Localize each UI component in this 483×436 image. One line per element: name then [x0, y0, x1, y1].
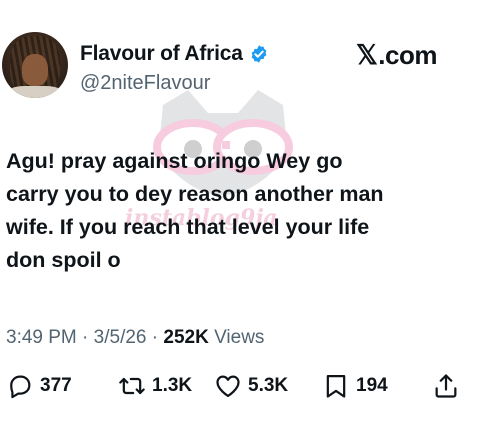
meta-separator: ·	[76, 327, 94, 348]
views-count: 252K	[163, 327, 209, 348]
meta-separator: ·	[146, 327, 164, 348]
action-bar: 377 1.3K 5.3K 194	[0, 372, 483, 402]
repost-icon	[119, 377, 145, 395]
source-label: 𝕏 .com	[356, 40, 437, 71]
heart-icon	[216, 375, 240, 398]
author-handle[interactable]: @2niteFlavour	[80, 72, 210, 95]
reply-button[interactable]: 377	[6, 372, 72, 400]
like-button[interactable]: 5.3K	[214, 372, 288, 400]
author-name-row: Flavour of Africa	[80, 42, 269, 66]
bookmark-icon	[326, 374, 346, 398]
post-date[interactable]: 3/5/26	[94, 327, 147, 348]
reply-count: 377	[40, 375, 72, 396]
views-label: Views	[208, 327, 265, 348]
bookmark-count: 194	[356, 375, 388, 396]
share-icon	[435, 374, 457, 398]
reply-icon	[10, 375, 31, 399]
author-avatar[interactable]	[2, 32, 68, 98]
repost-button[interactable]: 1.3K	[118, 372, 192, 400]
avatar-face	[22, 54, 48, 86]
repost-count: 1.3K	[152, 375, 193, 396]
avatar-shirt	[8, 86, 62, 98]
verified-badge-icon	[251, 45, 267, 63]
post-meta: 3:49 PM · 3/5/26 · 252K Views	[6, 327, 264, 349]
post-text: Agu! pray against oringo Wey go carry yo…	[6, 149, 384, 272]
source-domain: .com	[378, 40, 437, 70]
bookmark-button[interactable]: 194	[322, 372, 388, 400]
like-count: 5.3K	[248, 375, 289, 396]
author-name[interactable]: Flavour of Africa	[80, 42, 243, 66]
post-time[interactable]: 3:49 PM	[6, 327, 77, 348]
share-button[interactable]	[432, 372, 466, 400]
x-logo-icon: 𝕏	[356, 40, 378, 70]
